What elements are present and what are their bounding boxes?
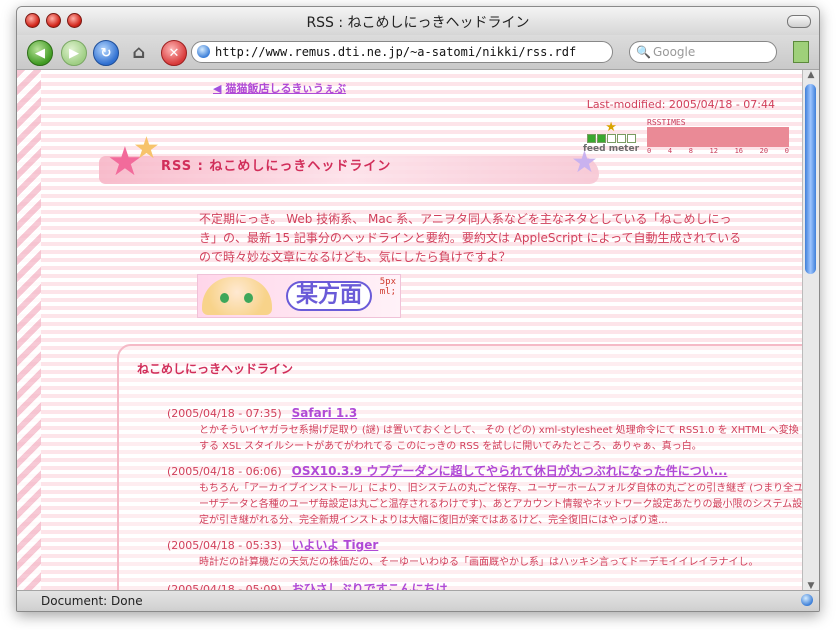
page-content: ◀ 猫猫飯店しるきぃうぇぶ Last-modified: 2005/04/18 -… (17, 70, 803, 591)
triangle-left-icon: ◀ (213, 82, 222, 95)
top-nav-link[interactable]: ◀ 猫猫飯店しるきぃうぇぶ (213, 80, 346, 96)
connection-icon (801, 594, 813, 606)
scrollbar-thumb[interactable] (805, 84, 816, 274)
search-field[interactable]: 🔍 Google (629, 41, 777, 63)
rss-times-bars (647, 127, 789, 147)
home-icon: ⌂ (132, 41, 146, 63)
item-title-link[interactable]: Safari 1.3 (292, 406, 358, 420)
globe-icon (197, 45, 210, 58)
scroll-up-icon[interactable]: ▲ (806, 70, 816, 80)
search-placeholder: Google (652, 45, 696, 59)
yellow-star-icon: ★ (133, 131, 160, 166)
item-summary: もちろん「アーカイブインストール」により、旧システムの丸ごと保存、ユーザーホーム… (199, 483, 803, 526)
item-date: (2005/04/18 - 05:33) (167, 539, 282, 552)
list-item: (2005/04/18 - 07:35) Safari 1.3 とかそういイヤガラ… (167, 402, 803, 455)
browser-window: RSS : ねこめしにっきヘッドライン ◀ ▶ ↻ ⌂ ✕ http://www… (16, 6, 820, 612)
rss-times-tick: 0 (784, 147, 789, 155)
back-arrow-icon: ◀ (35, 45, 45, 61)
banner-code-text: 5px ml; (379, 277, 396, 297)
forward-button[interactable]: ▶ (61, 40, 87, 66)
feed-meter-box (616, 134, 626, 143)
list-item: (2005/04/18 - 06:06) OSX10.3.9 ウプデーダンに超して… (167, 460, 803, 529)
site-banner-image[interactable]: 某方面 5px ml; (197, 274, 401, 318)
eye-shape (220, 293, 229, 303)
home-button[interactable]: ⌂ (127, 40, 151, 64)
forward-arrow-icon: ▶ (69, 45, 79, 61)
zigzag-border (17, 70, 41, 591)
feed-meter-box (606, 134, 616, 143)
reload-icon: ↻ (100, 45, 112, 61)
address-text[interactable]: http://www.remus.dti.ne.jp/~a-satomi/nik… (215, 45, 576, 59)
rss-times-ticks: 0 4 8 12 16 20 0 (647, 147, 789, 155)
title-bar[interactable]: RSS : ねこめしにっきヘッドライン (17, 7, 819, 35)
headline-title: ねこめしにっきヘッドライン (137, 362, 294, 376)
intro-text: 不定期にっき。 Web 技術系、 Mac 系、アニヲタ同人系などを主なネタとして… (199, 212, 742, 264)
reload-button[interactable]: ↻ (93, 40, 119, 66)
search-icon[interactable]: 🔍 (636, 45, 651, 59)
stop-button[interactable]: ✕ (161, 40, 187, 66)
status-bar: Document: Done (17, 590, 819, 611)
banner-logo-text: 某方面 (286, 281, 373, 311)
item-date: (2005/04/18 - 06:06) (167, 465, 282, 478)
banner-title: RSS : ねこめしにっきヘッドライン (161, 159, 392, 174)
list-item: (2005/04/18 - 05:33) いよいよ Tiger 時計だの計算機だの… (167, 534, 803, 571)
rss-times-chart[interactable]: RSSTIMES 0 4 8 12 16 20 0 (647, 118, 789, 155)
toolbar-toggle-button[interactable] (787, 15, 811, 28)
banner: ★ ★ ★ RSS : ねこめしにっきヘッドライン (99, 134, 599, 192)
item-title-link[interactable]: いよいよ Tiger (292, 538, 379, 552)
window-title: RSS : ねこめしにっきヘッドライン (306, 15, 530, 31)
rss-times-tick: 12 (709, 147, 718, 155)
item-date: (2005/04/18 - 07:35) (167, 407, 282, 420)
address-bar[interactable]: http://www.remus.dti.ne.jp/~a-satomi/nik… (191, 41, 613, 63)
purple-star-icon: ★ (571, 145, 598, 180)
bookmarks-icon[interactable] (793, 41, 809, 63)
stop-icon: ✕ (168, 45, 180, 61)
star-icon: ★ (605, 120, 617, 135)
back-button[interactable]: ◀ (27, 40, 53, 66)
status-text: Document: Done (41, 594, 143, 608)
rss-times-tick: 8 (688, 147, 693, 155)
toolbar: ◀ ▶ ↻ ⌂ ✕ http://www.remus.dti.ne.jp/~a-… (17, 35, 819, 70)
rss-times-tick: 20 (759, 147, 769, 155)
feed-meter-box (626, 134, 636, 143)
rss-times-label: RSSTIMES (647, 118, 686, 127)
last-modified: Last-modified: 2005/04/18 - 07:44 (586, 98, 775, 111)
anime-face-image (202, 277, 272, 315)
rss-times-tick: 4 (667, 147, 673, 155)
item-summary: とかそういイヤガラセ系揚げ足取り (謎) は置いておくとして、 その (どの) … (199, 425, 799, 452)
vertical-scrollbar[interactable]: ▲ ▼ (802, 70, 819, 591)
eye-shape (244, 293, 253, 303)
top-nav-link-text[interactable]: 猫猫飯店しるきぃうぇぶ (225, 82, 346, 95)
item-title-link[interactable]: OSX10.3.9 ウプデーダンに超してやられて休日が丸つぶれになった件につい.… (292, 464, 728, 478)
rss-times-tick: 0 (647, 147, 652, 155)
rss-times-tick: 16 (734, 147, 744, 155)
headline-box: ねこめしにっきヘッドライン (2005/04/18 - 07:35) Safari… (117, 344, 803, 591)
item-summary: 時計だの計算機だの天気だの株価だの、そーゆーいわゆる「画面厩やかし系」はハッキシ… (199, 557, 759, 568)
